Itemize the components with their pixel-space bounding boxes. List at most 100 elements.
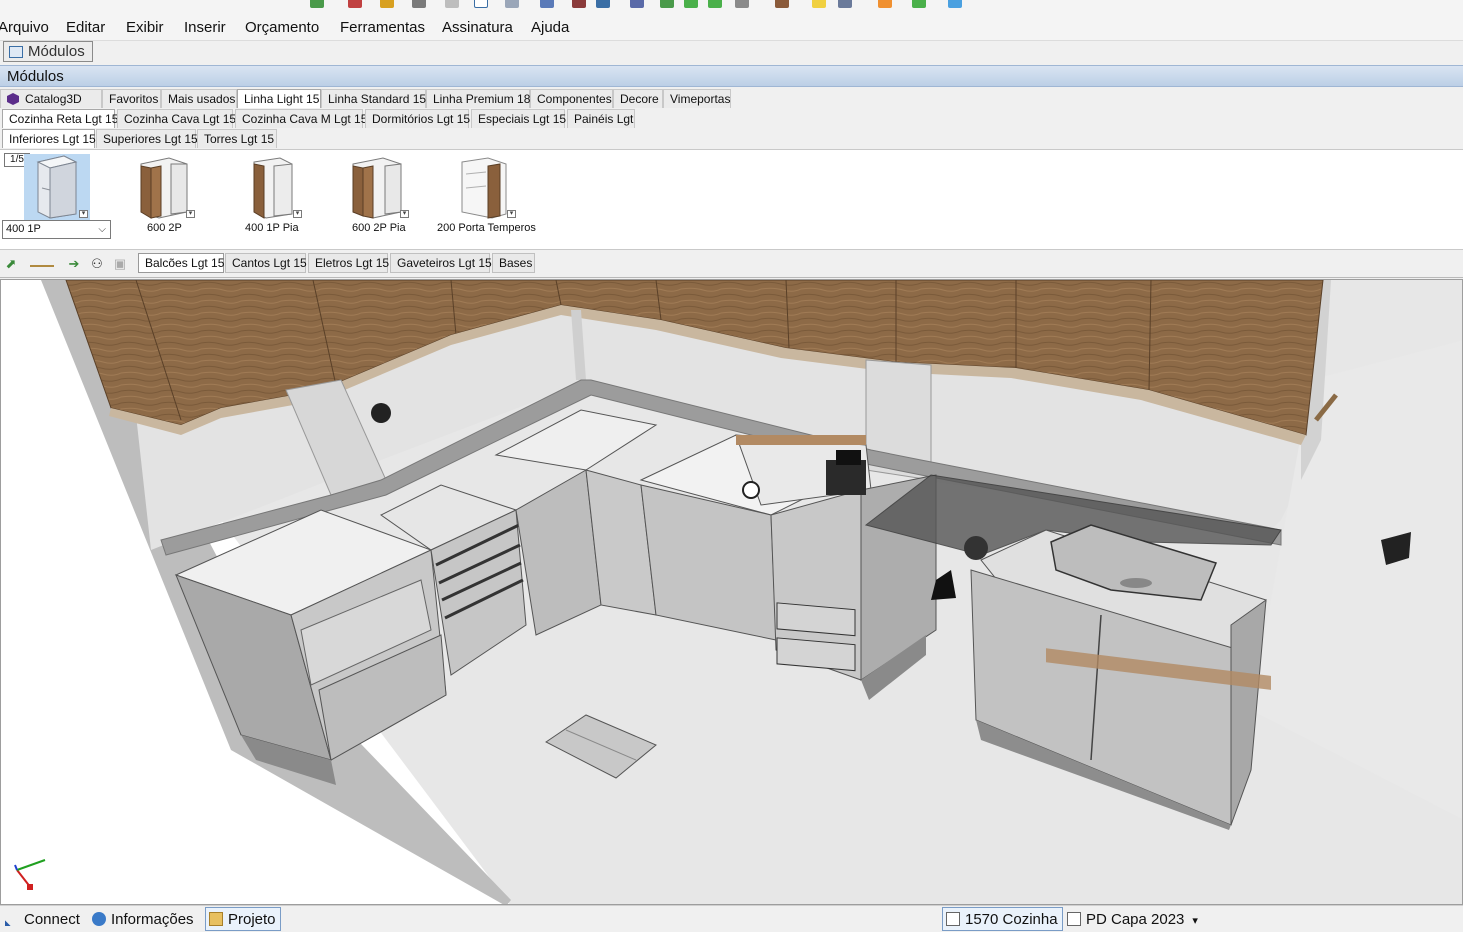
app-window: Arquivo Editar Exibir Inserir Orçamento … <box>0 0 1463 932</box>
lock-icon[interactable]: ▣ <box>112 256 128 272</box>
toolbar-tool-icon[interactable] <box>445 0 459 8</box>
tab-vimeportas[interactable]: Vimeportas <box>663 89 731 108</box>
module-variant-value: 400 1P <box>6 223 41 235</box>
toolbar-tool-icon[interactable] <box>630 0 644 8</box>
redo-icon[interactable] <box>708 0 722 8</box>
type-tab-row: Inferiores Lgt 15 Superiores Lgt 15 Torr… <box>0 128 1463 148</box>
menu-bar: Arquivo Editar Exibir Inserir Orçamento … <box>0 12 1463 41</box>
chevron-down-icon: ▾ <box>1192 915 1198 927</box>
tab-mais-usados[interactable]: Mais usados <box>161 89 237 108</box>
tab-linha-standard-15[interactable]: Linha Standard 15 <box>321 89 426 108</box>
menu-arquivo[interactable]: Arquivo <box>0 19 49 36</box>
module-thumb-400-1p-pia[interactable]: ▾ <box>238 154 304 220</box>
toolbar-tool-icon[interactable] <box>505 0 519 8</box>
chevron-down-icon[interactable]: ▾ <box>79 210 88 218</box>
group-tab-row: Cozinha Reta Lgt 15 Cozinha Cava Lgt 15 … <box>0 108 1463 128</box>
toolbar-tool-icon[interactable] <box>572 0 586 8</box>
tab-modulos[interactable]: Módulos <box>3 41 93 62</box>
tab-linha-light-15[interactable]: Linha Light 15 <box>237 89 321 108</box>
tab-cantos-lgt-15[interactable]: Cantos Lgt 15 <box>225 253 307 273</box>
chat-icon[interactable] <box>948 0 962 8</box>
module-label-600-2p-pia: 600 2P Pia <box>352 222 406 234</box>
tab-componentes[interactable]: Componentes <box>530 89 613 108</box>
document-tab-strip: Módulos <box>0 41 1463 63</box>
menu-exibir[interactable]: Exibir <box>126 19 164 36</box>
module-label-600-2p: 600 2P <box>147 222 182 234</box>
tab-decore[interactable]: Decore <box>613 89 663 108</box>
select-tool-icon[interactable] <box>474 0 488 8</box>
menu-inserir[interactable]: Inserir <box>184 19 226 36</box>
toolbar-tool-icon[interactable] <box>878 0 892 8</box>
tab-balcoes-lgt-15[interactable]: Balcões Lgt 15 <box>138 253 224 273</box>
chevron-down-icon[interactable]: ▾ <box>400 210 409 218</box>
informacoes-label: Informações <box>111 911 194 928</box>
kitchen-3d-render <box>14 280 1462 904</box>
toolbar-tool-icon[interactable] <box>348 0 362 8</box>
tab-dormitorios-lgt-15[interactable]: Dormitórios Lgt 15 <box>365 109 470 128</box>
toolbar-tool-icon[interactable] <box>775 0 789 8</box>
3d-viewport[interactable] <box>0 279 1463 905</box>
menu-editar[interactable]: Editar <box>66 19 105 36</box>
module-thumb-600-2p[interactable]: ▾ <box>131 154 197 220</box>
tab-inferiores-lgt-15[interactable]: Inferiores Lgt 15 <box>2 129 96 148</box>
environment-tab[interactable]: 1570 Cozinha <box>942 907 1063 931</box>
menu-ajuda[interactable]: Ajuda <box>531 19 569 36</box>
export-icon[interactable]: ➔ <box>66 256 82 272</box>
module-label-400-1p-pia: 400 1P Pia <box>245 222 299 234</box>
line-style-icon[interactable] <box>30 256 54 267</box>
module-thumb-400-1p[interactable]: ▾ <box>24 154 90 220</box>
chevron-down-icon: ⌵ <box>98 224 106 235</box>
chevron-down-icon[interactable]: ▾ <box>186 210 195 218</box>
doc-selector[interactable]: PD Capa 2023 ▾ <box>1067 911 1198 928</box>
tab-gaveteiros-lgt-15[interactable]: Gaveteiros Lgt 15 <box>390 253 492 273</box>
module-subtoolbar: ⬈ ➔ ⚇ ▣ Balcões Lgt 15 Cantos Lgt 15 Ele… <box>0 251 1463 278</box>
module-thumb-200-porta-temperos[interactable]: ▾ <box>452 154 518 220</box>
camera-icon[interactable] <box>838 0 852 8</box>
tab-linha-premium-18[interactable]: Linha Premium 18 <box>426 89 530 108</box>
projeto-label: Projeto <box>228 911 276 928</box>
light-bulb-icon[interactable] <box>812 0 826 8</box>
tab-cozinha-reta-lgt-15[interactable]: Cozinha Reta Lgt 15 <box>2 109 118 128</box>
tab-favoritos[interactable]: Favoritos <box>102 89 161 108</box>
document-icon <box>1067 912 1081 926</box>
binoculars-icon[interactable]: ⚇ <box>89 256 105 272</box>
toolbar-tool-icon[interactable] <box>540 0 554 8</box>
menu-assinatura[interactable]: Assinatura <box>442 19 513 36</box>
toolbar-tool-icon[interactable] <box>660 0 674 8</box>
tab-especiais-lgt-15[interactable]: Especiais Lgt 15 <box>471 109 566 128</box>
panel-title: Módulos <box>7 68 64 85</box>
tab-catalog3d-label: Catalog3D <box>25 92 82 106</box>
environment-label: 1570 Cozinha <box>965 911 1058 928</box>
informacoes-button[interactable]: Informações <box>92 911 194 928</box>
toolbar-tool-icon[interactable] <box>380 0 394 8</box>
catalog-cube-icon <box>7 93 19 105</box>
3d-view-icon[interactable] <box>596 0 610 8</box>
toolbar-tool-icon[interactable] <box>735 0 749 8</box>
tab-torres-lgt-15[interactable]: Torres Lgt 15 <box>197 129 277 148</box>
menu-ferramentas[interactable]: Ferramentas <box>340 19 425 36</box>
menu-orcamento[interactable]: Orçamento <box>245 19 319 36</box>
chevron-down-icon[interactable]: ▾ <box>507 210 516 218</box>
tab-cozinha-cava-m-lgt-15[interactable]: Cozinha Cava M Lgt 15 <box>235 109 367 128</box>
panel-header: Módulos <box>0 65 1463 87</box>
rss-icon <box>5 920 11 926</box>
tab-eletros-lgt-15[interactable]: Eletros Lgt 15 <box>308 253 389 273</box>
tab-superiores-lgt-15[interactable]: Superiores Lgt 15 <box>96 129 198 148</box>
connect-label: Connect <box>24 911 80 928</box>
tab-bases[interactable]: Bases <box>492 253 535 273</box>
undo-icon[interactable] <box>684 0 698 8</box>
chevron-down-icon[interactable]: ▾ <box>293 210 302 218</box>
module-variant-select[interactable]: 400 1P ⌵ <box>2 220 111 239</box>
toolbar-tool-icon[interactable] <box>412 0 426 8</box>
connect-button[interactable]: Connect <box>5 911 80 928</box>
tab-paineis-lgt[interactable]: Painéis Lgt <box>567 109 635 128</box>
module-label-200-porta-temperos: 200 Porta Temperos <box>437 222 536 234</box>
tab-catalog3d[interactable]: Catalog3D <box>0 89 102 108</box>
projeto-button[interactable]: Projeto <box>205 907 281 931</box>
insert-module-icon[interactable]: ⬈ <box>3 256 19 272</box>
toolbar-tool-icon[interactable] <box>310 0 324 8</box>
library-tab-row: Catalog3D Favoritos Mais usados Linha Li… <box>0 88 1463 108</box>
module-thumb-600-2p-pia[interactable]: ▾ <box>345 154 411 220</box>
check-icon[interactable] <box>912 0 926 8</box>
tab-cozinha-cava-lgt-15[interactable]: Cozinha Cava Lgt 15 <box>117 109 236 128</box>
